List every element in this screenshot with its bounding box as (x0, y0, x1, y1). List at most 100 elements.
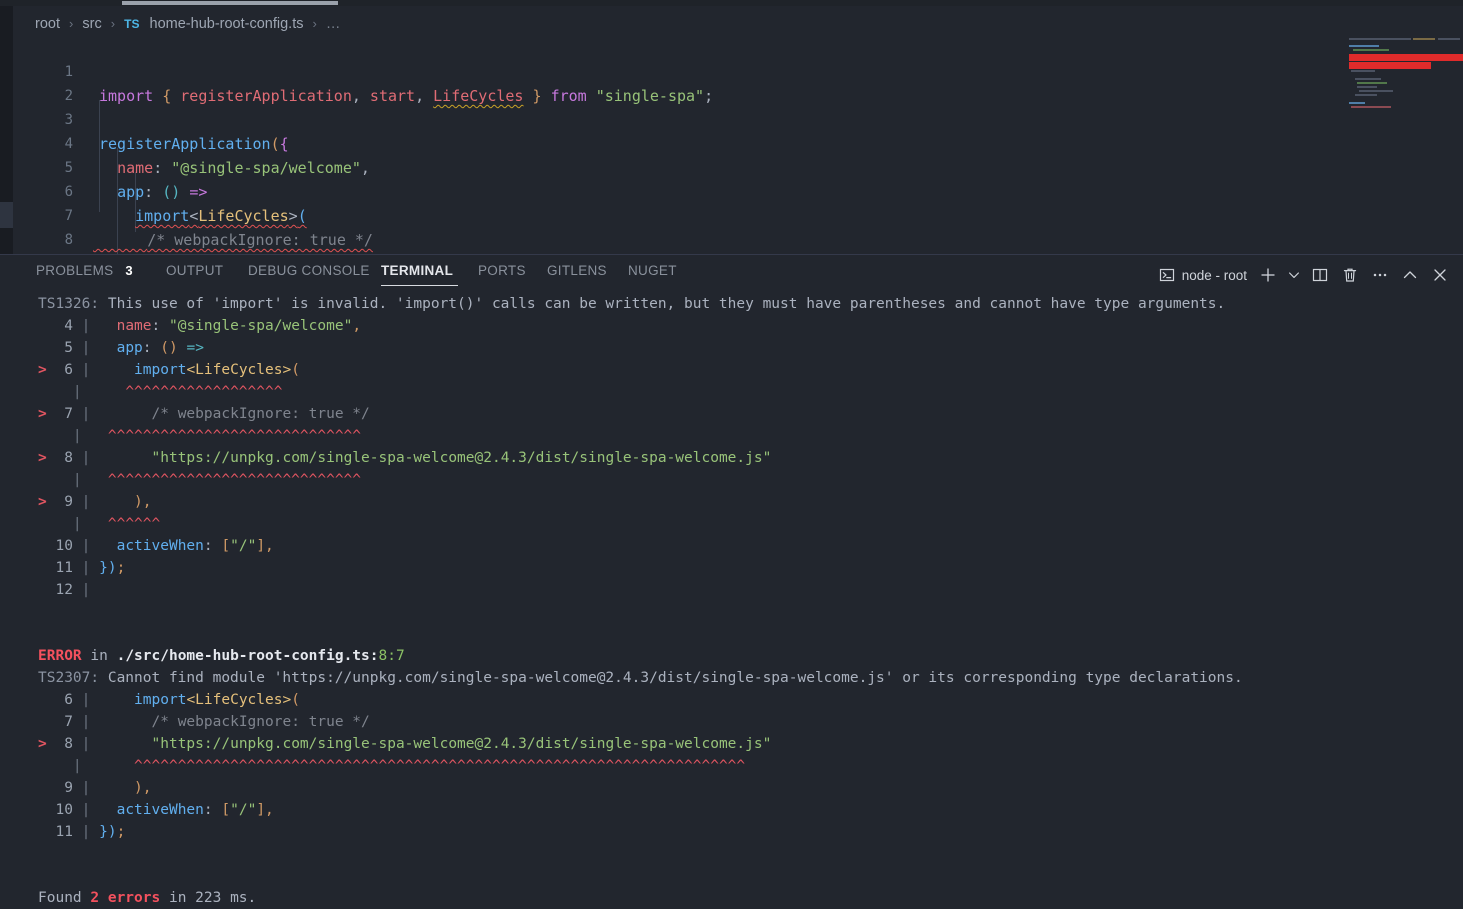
error-in-word: in (90, 648, 108, 664)
terminal-frame-line: > 7 | /* webpackIgnore: true */ (38, 406, 370, 422)
tab-gitlens[interactable]: GITLENS (547, 263, 607, 278)
split-terminal-button[interactable] (1305, 262, 1335, 288)
breadcrumb-item-file[interactable]: home-hub-root-config.ts (150, 16, 304, 32)
terminal-frame-line: 10 | activeWhen: ["/"], (38, 538, 274, 554)
minimap-error-marker (1349, 54, 1463, 61)
editor-line[interactable]: 8 "https://unpkg.com/single-spa-welcome@… (13, 204, 1463, 248)
tab-terminal-active-underline (381, 285, 458, 286)
minimap-row (1357, 86, 1377, 88)
editor-line[interactable]: 6 import<LifeCycles>( (13, 156, 1463, 225)
kill-terminal-button[interactable] (1335, 262, 1365, 288)
minimap-row (1353, 49, 1389, 51)
error-file-path[interactable]: ./src/home-hub-root-config.ts (117, 648, 370, 664)
tab-output[interactable]: OUTPUT (166, 263, 223, 278)
terminal-frame-line: 4 | name: "@single-spa/welcome", (38, 318, 362, 334)
code-editor[interactable]: root › src › TS home-hub-root-config.ts … (13, 6, 1463, 254)
terminal-frame-line: 12 | (38, 582, 91, 598)
editor-line[interactable]: 2 (13, 60, 1463, 104)
maximize-panel-button[interactable] (1395, 262, 1425, 288)
terminal-frame-line: 6 | import<LifeCycles>( (38, 692, 300, 708)
terminal-caret-line: | ^^^^^^^^^^^^^^^^^^ (72, 384, 283, 400)
terminal-output[interactable]: TS1326: This use of 'import' is invalid.… (0, 293, 1463, 909)
tab-ports-label: PORTS (478, 263, 526, 278)
tab-problems[interactable]: PROBLEMS 3 (36, 263, 133, 278)
breadcrumb-overflow[interactable]: … (326, 16, 341, 32)
tab-nuget[interactable]: NUGET (628, 263, 677, 278)
trash-icon (1343, 268, 1357, 282)
plus-icon (1261, 268, 1275, 282)
minimap-row (1359, 90, 1393, 92)
minimap-row (1349, 38, 1411, 40)
editor-line[interactable]: 7 /* webpackIgnore: true */ (13, 180, 1463, 249)
more-actions-button[interactable] (1365, 262, 1395, 288)
breadcrumb-item-root[interactable]: root (35, 16, 60, 32)
tab-nuget-label: NUGET (628, 263, 677, 278)
tab-debug-console-label: DEBUG CONSOLE (248, 263, 370, 278)
editor-code-lines[interactable]: 1 import { registerApplication, start, L… (13, 36, 1463, 254)
typescript-file-icon: TS (124, 17, 140, 31)
terminal-profile-dropdown[interactable] (1283, 262, 1305, 288)
minimap-row (1355, 78, 1381, 80)
summary-duration: in 223 ms. (160, 890, 257, 906)
problems-count-badge: 3 (125, 263, 133, 278)
tab-terminal-label: TERMINAL (381, 263, 454, 278)
error-message-ts1326: This use of 'import' is invalid. 'import… (99, 296, 1226, 312)
bottom-panel: PROBLEMS 3 OUTPUT DEBUG CONSOLE TERMINAL … (0, 254, 1463, 909)
error-message-ts2307: Cannot find module 'https://unpkg.com/si… (99, 670, 1243, 686)
error-code-ts2307: TS2307: (38, 670, 100, 686)
terminal-frame-line: 11 | }); (38, 824, 126, 840)
summary-error-count: 2 errors (90, 890, 161, 906)
terminal-icon (1159, 268, 1174, 282)
minimap-row (1357, 82, 1387, 84)
error-code-ts1326: TS1326: (38, 296, 100, 312)
split-terminal-icon (1312, 268, 1328, 282)
vscode-window: root › src › TS home-hub-root-config.ts … (0, 0, 1463, 909)
tab-terminal[interactable]: TERMINAL (381, 263, 453, 278)
editor-line[interactable]: 5 app: () => (13, 132, 1463, 201)
editor-minimap[interactable] (1345, 36, 1463, 108)
editor-line[interactable]: 4 name: "@single-spa/welcome", (13, 108, 1463, 177)
minimap-row (1351, 70, 1375, 72)
minimap-row (1438, 38, 1460, 40)
terminal-error-header: ERROR in ./src/home-hub-root-config.ts:8… (38, 648, 405, 664)
panel-toolbar: node - root (1153, 261, 1455, 289)
minimap-row (1349, 45, 1379, 47)
summary-found-label: Found (38, 890, 91, 906)
terminal-summary-line: Found 2 errors in 223 ms. (0, 887, 1463, 909)
ellipsis-icon (1373, 273, 1387, 277)
breadcrumb[interactable]: root › src › TS home-hub-root-config.ts … (35, 16, 340, 32)
terminal-caret-line: | ^^^^^^^^^^^^^^^^^^^^^^^^^^^^^ (72, 428, 362, 444)
error-location[interactable]: 8:7 (379, 648, 405, 664)
minimap-row (1351, 106, 1391, 108)
activity-bar-highlight (0, 202, 13, 228)
terminal-frame-line: 5 | app: () => (38, 340, 204, 356)
breadcrumb-item-src[interactable]: src (82, 16, 101, 32)
terminal-frame-line: 7 | /* webpackIgnore: true */ (38, 714, 370, 730)
error-label: ERROR (38, 648, 82, 664)
active-terminal-selector[interactable]: node - root (1153, 267, 1253, 283)
close-icon (1434, 269, 1446, 281)
tab-output-label: OUTPUT (166, 263, 224, 278)
tab-ports[interactable]: PORTS (478, 263, 526, 278)
terminal-frame-line: > 8 | "https://unpkg.com/single-spa-welc… (38, 736, 772, 752)
editor-line[interactable]: 9 ), (13, 228, 1463, 252)
editor-line[interactable]: 1 import { registerApplication, start, L… (13, 36, 1463, 105)
minimap-row (1413, 38, 1435, 40)
minimap-row (1349, 102, 1365, 104)
terminal-name-label: node - root (1181, 267, 1247, 283)
terminal-caret-line: | ^^^^^^^^^^^^^^^^^^^^^^^^^^^^^^^^^^^^^^… (72, 758, 746, 774)
panel-tab-bar: PROBLEMS 3 OUTPUT DEBUG CONSOLE TERMINAL … (0, 255, 1463, 293)
terminal-caret-line: | ^^^^^^^^^^^^^^^^^^^^^^^^^^^^^ (72, 472, 362, 488)
new-terminal-button[interactable] (1253, 262, 1283, 288)
tab-debug-console[interactable]: DEBUG CONSOLE (248, 263, 370, 278)
editor-horizontal-scrollbar-thumb[interactable] (122, 1, 338, 5)
close-panel-button[interactable] (1425, 262, 1455, 288)
chevron-down-icon (1289, 272, 1299, 278)
editor-line[interactable]: 3 registerApplication({ (13, 84, 1463, 153)
tab-problems-label: PROBLEMS (36, 263, 114, 278)
terminal-frame-line: > 6 | import<LifeCycles>( (38, 362, 300, 378)
